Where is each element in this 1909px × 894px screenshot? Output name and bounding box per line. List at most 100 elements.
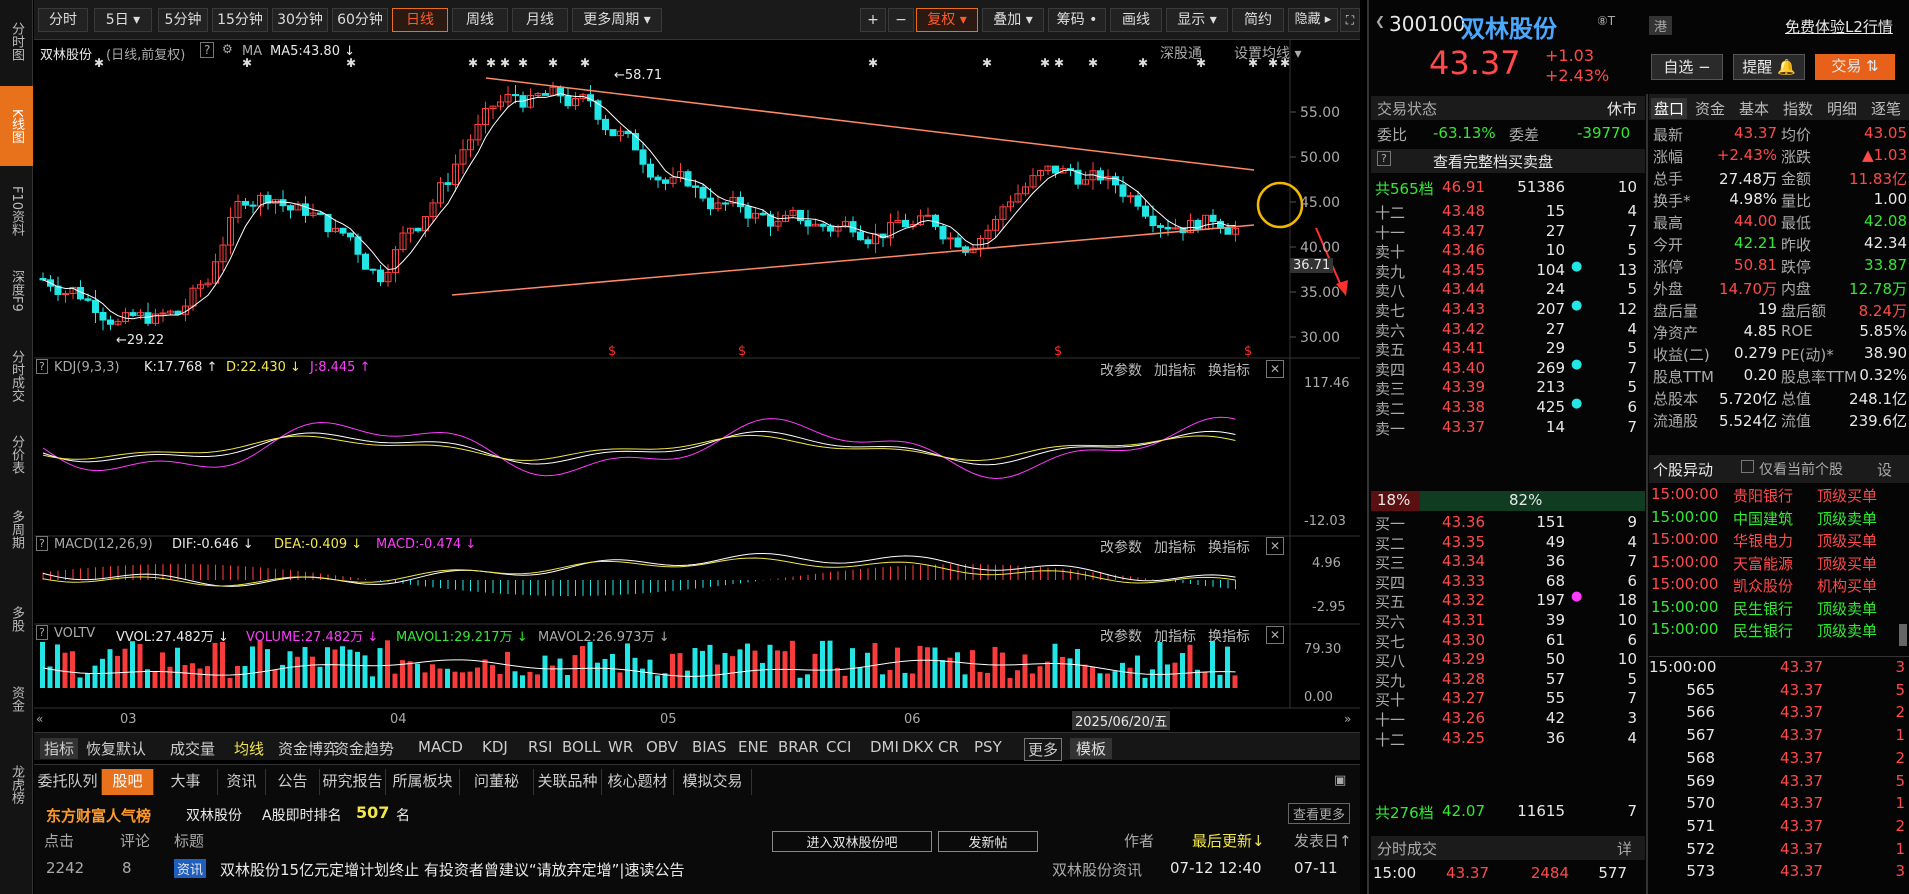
dividend-marker[interactable]: $ [608, 344, 616, 359]
event-marker[interactable]: ✱ [982, 56, 992, 70]
bottom-tab-4[interactable]: 公告 [266, 769, 320, 795]
period-daily[interactable]: 日线 [392, 8, 448, 32]
kdj-switch-button[interactable]: 换指标 [1208, 360, 1250, 380]
depth-connect-button[interactable]: 深股通 [1160, 43, 1202, 63]
indicator-2[interactable]: 成交量 [170, 738, 215, 759]
nav-multi-period[interactable]: 多周期 [0, 494, 33, 564]
fullscreen-icon[interactable]: ⛶ [1340, 8, 1360, 32]
restore-icon[interactable]: ▣ [1334, 773, 1346, 788]
zoom-out-button[interactable]: − [888, 8, 914, 32]
indicator-15[interactable]: CCI [826, 738, 851, 756]
event-marker[interactable]: ✱ [548, 56, 558, 70]
bottom-tab-8[interactable]: 关联品种 [534, 769, 602, 795]
back-icon[interactable]: ❮ [1375, 14, 1385, 28]
period-intraday[interactable]: 分时 [38, 8, 88, 32]
period-more[interactable]: 更多周期 ▾ [572, 8, 662, 32]
indicator-10[interactable]: WR [608, 738, 633, 756]
chips-button[interactable]: 筹码 • [1048, 8, 1106, 32]
indicator-6[interactable]: MACD [418, 738, 463, 756]
indicator-11[interactable]: OBV [646, 738, 678, 756]
col-last-update[interactable]: 最后更新↓ [1192, 830, 1265, 851]
indicator-8[interactable]: RSI [528, 738, 552, 756]
period-5min[interactable]: 5分钟 [158, 8, 208, 32]
macd-help-icon[interactable]: ? [36, 536, 48, 551]
event-marker[interactable]: ✱ [1040, 56, 1050, 70]
nav-f10[interactable]: F10资料 [0, 176, 33, 246]
vol-close-icon[interactable]: ✕ [1266, 626, 1284, 644]
trade-button[interactable]: 交易 ⇅ [1815, 54, 1895, 80]
scroll-right-icon[interactable]: » [1344, 712, 1351, 726]
bottom-tab-10[interactable]: 模拟交易 [674, 769, 752, 795]
bottom-tab-6[interactable]: 所属板块 [386, 769, 460, 795]
event-marker[interactable]: ✱ [468, 56, 478, 70]
help-icon[interactable]: ? [200, 42, 215, 58]
nav-multi-stock[interactable]: 多股 [0, 594, 33, 644]
kdj-add-button[interactable]: 加指标 [1154, 360, 1196, 380]
indicator-17[interactable]: DKX [902, 738, 934, 756]
event-marker[interactable]: ✱ [580, 56, 590, 70]
vol-params-button[interactable]: 改参数 [1100, 626, 1142, 646]
nav-intraday[interactable]: 分时图 [0, 6, 33, 76]
enter-forum-button[interactable]: 进入双林股份吧 [772, 831, 932, 852]
event-marker[interactable]: ✱ [1138, 56, 1148, 70]
indicator-12[interactable]: BIAS [692, 738, 727, 756]
panel-tab-2[interactable]: 基本 [1739, 98, 1769, 119]
bottom-tab-1[interactable]: 股吧 [102, 769, 154, 795]
nav-depth[interactable]: 深度F9 [0, 256, 33, 326]
alert-button[interactable]: 提醒 🔔 [1733, 54, 1805, 80]
vol-switch-button[interactable]: 换指标 [1208, 626, 1250, 646]
indicator-0[interactable]: 指标 [40, 738, 79, 759]
row-title[interactable]: 双林股份15亿元定增计划终止 有投资者曾建议“请放弃定增”|速读公告 [220, 859, 684, 880]
hk-button[interactable]: 港 [1649, 16, 1673, 35]
vol-help-icon[interactable]: ? [36, 625, 48, 640]
dividend-marker[interactable]: $ [738, 344, 746, 359]
period-30min[interactable]: 30分钟 [272, 8, 328, 32]
nav-price-table[interactable]: 分价表 [0, 424, 33, 484]
book-help-icon[interactable]: ? [1377, 151, 1391, 166]
macd-params-button[interactable]: 改参数 [1100, 537, 1142, 557]
overlay-button[interactable]: 叠加 ▾ [982, 8, 1044, 32]
indicator-7[interactable]: KDJ [482, 738, 508, 756]
hide-button[interactable]: 隐藏 ▸ [1288, 8, 1338, 32]
panel-tab-3[interactable]: 指数 [1783, 98, 1813, 119]
panel-tab-1[interactable]: 资金 [1695, 98, 1725, 119]
macd-close-icon[interactable]: ✕ [1266, 537, 1284, 555]
event-marker[interactable]: ✱ [518, 56, 528, 70]
period-monthly[interactable]: 月线 [512, 8, 568, 32]
simple-button[interactable]: 简约 [1232, 8, 1284, 32]
alert-checkbox[interactable] [1741, 460, 1754, 473]
adjust-button[interactable]: 复权 ▾ [916, 8, 978, 32]
display-button[interactable]: 显示 ▾ [1166, 8, 1228, 32]
event-marker[interactable]: ✱ [486, 56, 496, 70]
kdj-help-icon[interactable]: ? [36, 359, 48, 374]
period-15min[interactable]: 15分钟 [212, 8, 268, 32]
period-60min[interactable]: 60分钟 [332, 8, 388, 32]
vol-add-button[interactable]: 加指标 [1154, 626, 1196, 646]
l2-trial-link[interactable]: 免费体验L2行情 [1785, 16, 1893, 37]
bottom-tab-7[interactable]: 问董秘 [460, 769, 534, 795]
col-post-date[interactable]: 发表日↑ [1294, 830, 1352, 851]
bottom-tab-0[interactable]: 委托队列 [34, 769, 102, 795]
nav-ticks[interactable]: 分时成交 [0, 336, 33, 416]
zoom-in-button[interactable]: + [860, 8, 886, 32]
alert-settings-button[interactable]: 设 [1877, 459, 1892, 480]
ticks-detail-button[interactable]: 详 [1617, 838, 1632, 859]
indicator-5[interactable]: 资金趋势 [334, 738, 394, 759]
panel-tab-0[interactable]: 盘口 [1651, 98, 1688, 119]
alert-scrollbar[interactable] [1899, 624, 1907, 646]
indicator-3[interactable]: 均线 [234, 738, 264, 759]
full-book-link[interactable]: 查看完整档买卖盘 [1433, 151, 1553, 172]
macd-add-button[interactable]: 加指标 [1154, 537, 1196, 557]
nav-dragon-tiger[interactable]: 龙虎榜 [0, 754, 33, 814]
bottom-tab-2[interactable]: 大事 [154, 769, 218, 795]
draw-button[interactable]: 画线 [1110, 8, 1162, 32]
panel-tab-5[interactable]: 逐笔 [1871, 98, 1901, 119]
dividend-marker[interactable]: $ [1244, 344, 1252, 359]
kdj-close-icon[interactable]: ✕ [1266, 360, 1284, 378]
indicator-21[interactable]: 模板 [1070, 738, 1113, 759]
nav-fund[interactable]: 资金 [0, 674, 33, 724]
indicator-1[interactable]: 恢复默认 [86, 738, 146, 759]
macd-switch-button[interactable]: 换指标 [1208, 537, 1250, 557]
set-ma-button[interactable]: 设置均线 ▾ [1234, 43, 1301, 63]
indicator-9[interactable]: BOLL [562, 738, 601, 756]
